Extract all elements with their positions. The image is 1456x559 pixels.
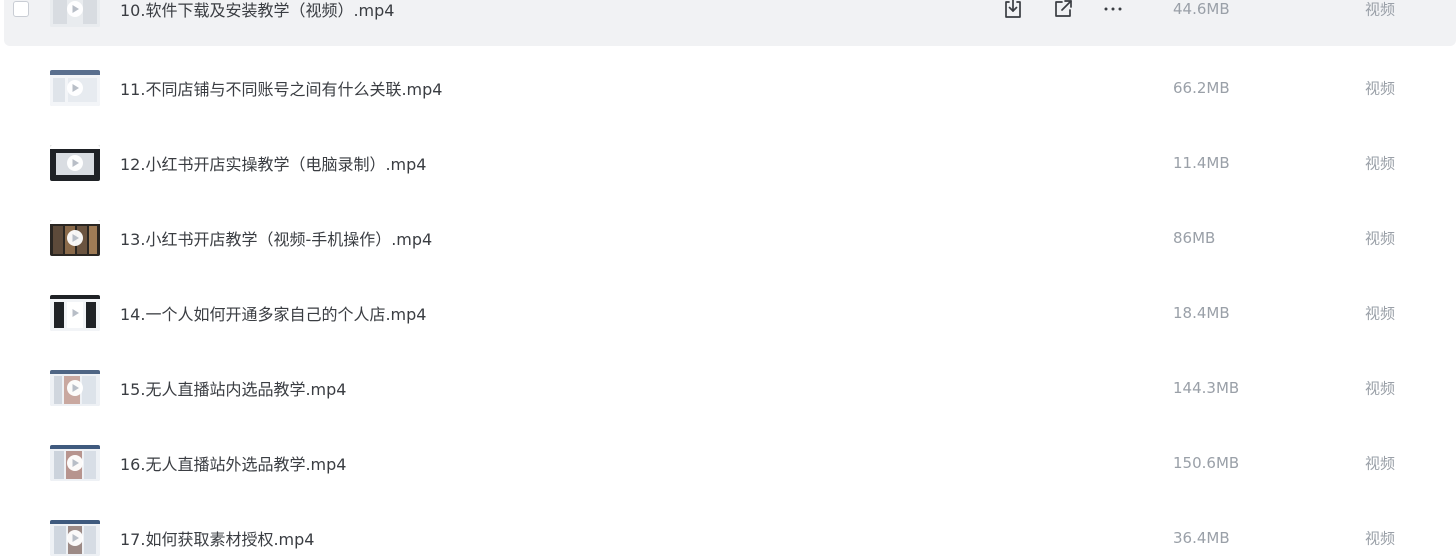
more-icon[interactable] <box>1100 0 1126 22</box>
file-list: 10.软件下载及安装教学（视频）.mp4 44.6MB 视频 11.不同店铺与不… <box>0 0 1456 559</box>
video-thumbnail[interactable] <box>50 519 100 556</box>
video-thumbnail[interactable] <box>50 69 100 106</box>
file-size: 144.3MB <box>1173 378 1240 397</box>
file-row[interactable]: 13.小红书开店教学（视频-手机操作）.mp4 86MB 视频 <box>4 200 1456 275</box>
file-type: 视频 <box>1365 379 1396 397</box>
file-size: 150.6MB <box>1173 453 1240 472</box>
file-type: 视频 <box>1365 79 1396 97</box>
file-row[interactable]: 17.如何获取素材授权.mp4 36.4MB 视频 <box>4 500 1456 559</box>
file-size: 18.4MB <box>1173 303 1230 322</box>
file-row[interactable]: 10.软件下载及安装教学（视频）.mp4 44.6MB 视频 <box>4 0 1456 46</box>
video-thumbnail[interactable] <box>50 219 100 256</box>
file-name[interactable]: 12.小红书开店实操教学（电脑录制）.mp4 <box>120 151 426 175</box>
file-name[interactable]: 14.一个人如何开通多家自己的个人店.mp4 <box>120 301 426 325</box>
file-size: 44.6MB <box>1173 0 1230 18</box>
file-name[interactable]: 10.软件下载及安装教学（视频）.mp4 <box>120 0 394 21</box>
file-type: 视频 <box>1365 154 1396 172</box>
file-name[interactable]: 13.小红书开店教学（视频-手机操作）.mp4 <box>120 226 432 250</box>
file-size: 36.4MB <box>1173 528 1230 547</box>
video-thumbnail[interactable] <box>50 0 100 27</box>
file-type: 视频 <box>1365 454 1396 472</box>
file-size: 66.2MB <box>1173 78 1230 97</box>
video-thumbnail[interactable] <box>50 294 100 331</box>
file-size: 86MB <box>1173 228 1216 247</box>
file-row[interactable]: 15.无人直播站内选品教学.mp4 144.3MB 视频 <box>4 350 1456 425</box>
video-thumbnail[interactable] <box>50 369 100 406</box>
file-name[interactable]: 17.如何获取素材授权.mp4 <box>120 526 314 550</box>
file-type: 视频 <box>1365 0 1396 18</box>
file-row[interactable]: 16.无人直播站外选品教学.mp4 150.6MB 视频 <box>4 425 1456 500</box>
share-icon[interactable] <box>1050 0 1076 22</box>
video-thumbnail[interactable] <box>50 144 100 181</box>
download-icon[interactable] <box>1000 0 1026 22</box>
file-row[interactable]: 14.一个人如何开通多家自己的个人店.mp4 18.4MB 视频 <box>4 275 1456 350</box>
file-row[interactable]: 12.小红书开店实操教学（电脑录制）.mp4 11.4MB 视频 <box>4 125 1456 200</box>
file-type: 视频 <box>1365 304 1396 322</box>
file-row[interactable]: 11.不同店铺与不同账号之间有什么关联.mp4 66.2MB 视频 <box>4 50 1456 125</box>
file-size: 11.4MB <box>1173 153 1230 172</box>
video-thumbnail[interactable] <box>50 444 100 481</box>
file-name[interactable]: 15.无人直播站内选品教学.mp4 <box>120 376 346 400</box>
file-name[interactable]: 11.不同店铺与不同账号之间有什么关联.mp4 <box>120 76 442 100</box>
row-actions <box>1000 0 1150 22</box>
row-checkbox[interactable] <box>13 0 29 17</box>
file-type: 视频 <box>1365 229 1396 247</box>
file-name[interactable]: 16.无人直播站外选品教学.mp4 <box>120 451 346 475</box>
file-type: 视频 <box>1365 529 1396 547</box>
